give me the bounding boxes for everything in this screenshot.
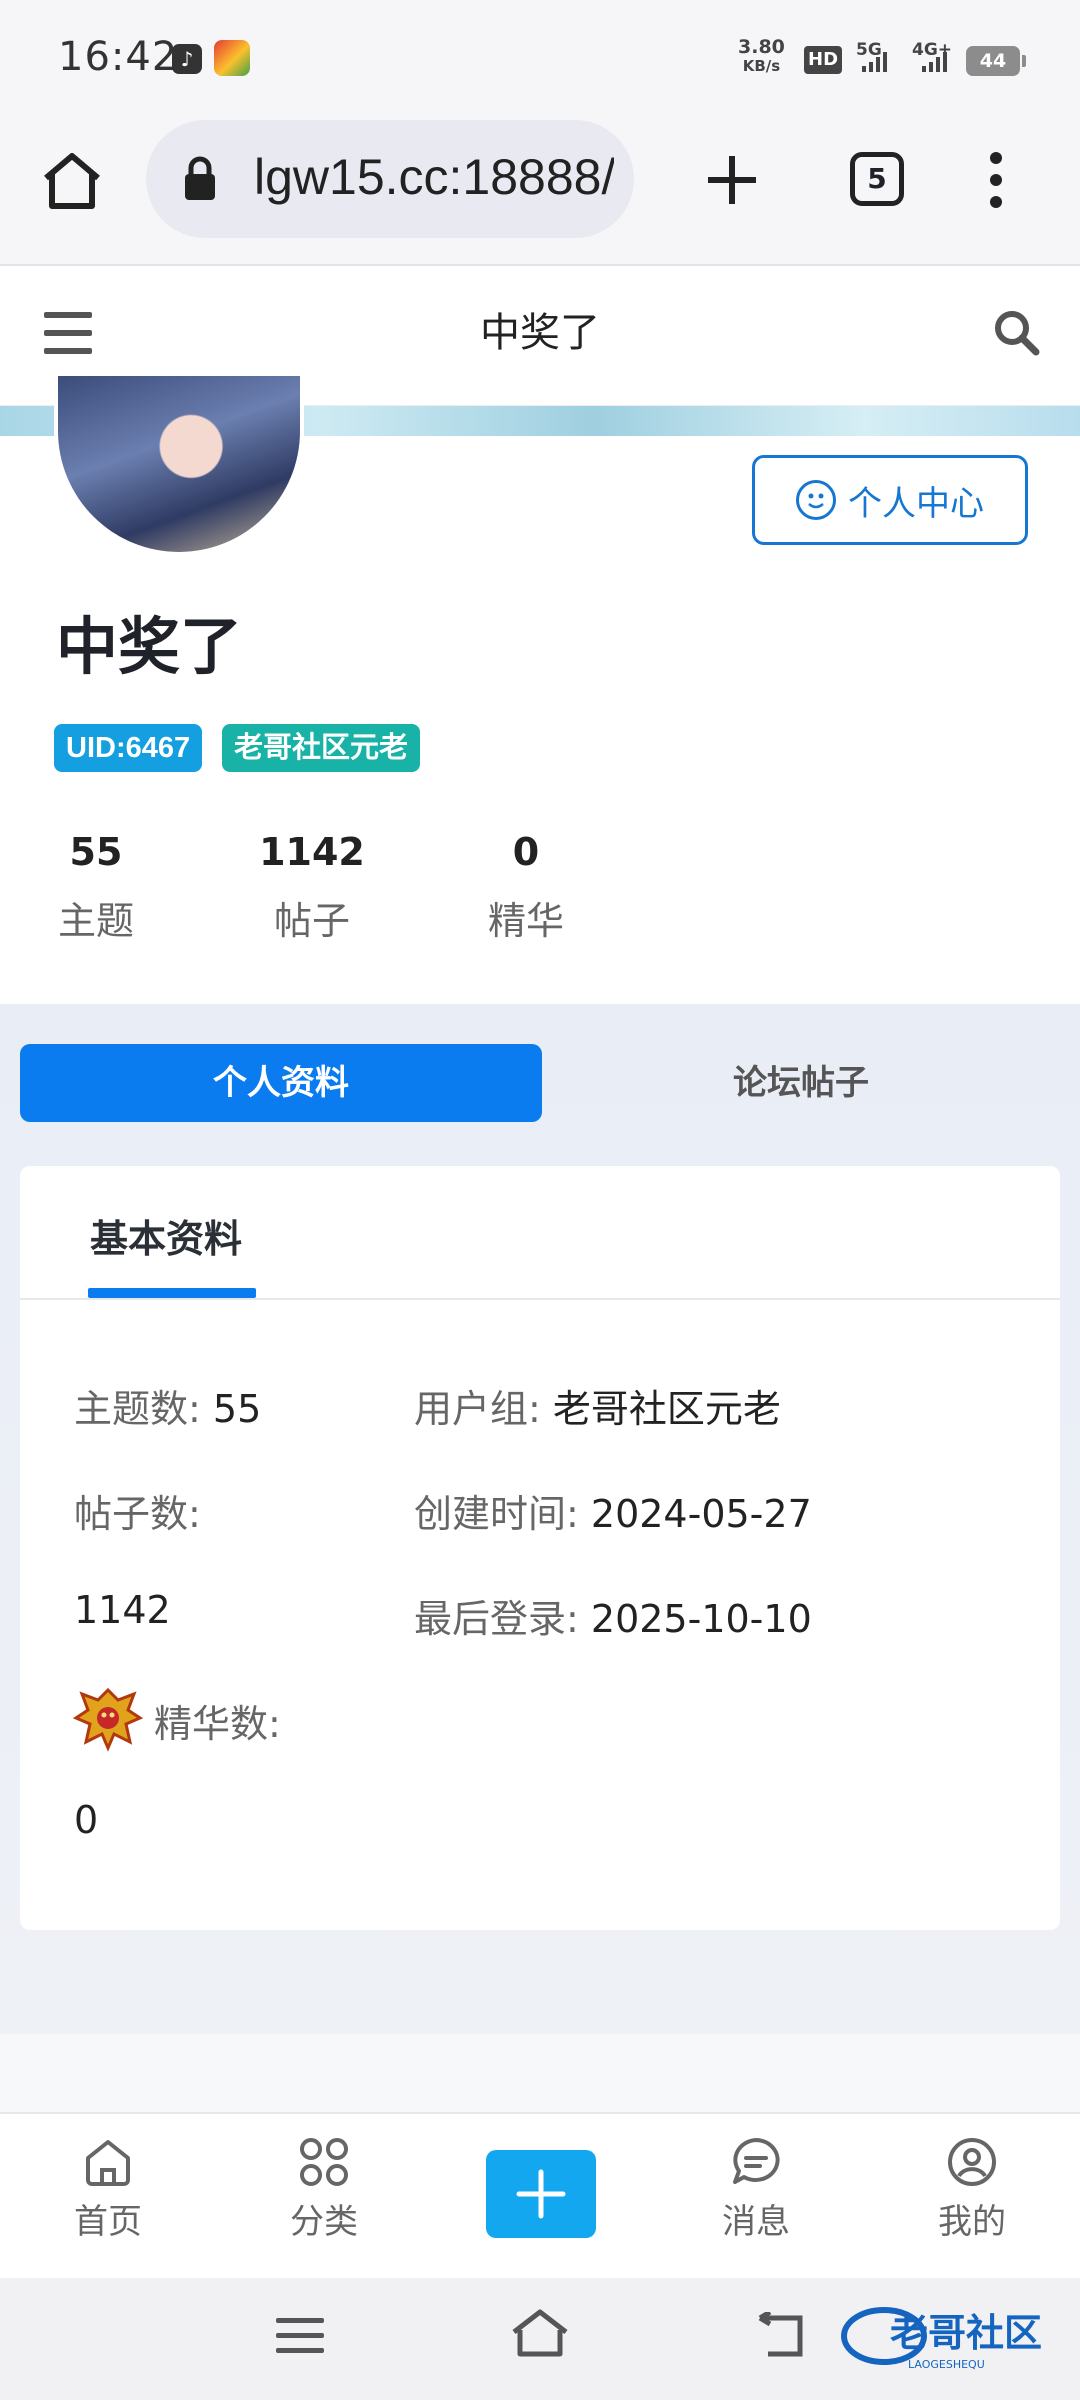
nav-mine[interactable]: 我的 xyxy=(892,2136,1052,2243)
home-icon[interactable] xyxy=(40,150,104,216)
nav-category[interactable]: 分类 xyxy=(244,2136,404,2243)
info-user-group: 用户组: 老哥社区元老 xyxy=(414,1387,781,1431)
avatar[interactable] xyxy=(54,376,304,556)
info-posts-value: 1142 xyxy=(74,1588,171,1632)
group-badge: 老哥社区元老 xyxy=(222,724,421,772)
info-posts-key: 帖子数: xyxy=(74,1492,201,1536)
dragon-medal-icon xyxy=(72,1687,144,1752)
nav-home[interactable]: 首页 xyxy=(28,2136,188,2243)
post-button[interactable] xyxy=(486,2150,596,2238)
home-icon xyxy=(86,2140,130,2186)
tab-count-button[interactable]: 5 xyxy=(850,152,904,206)
stat-posts-label[interactable]: 帖子 xyxy=(242,890,382,945)
battery-icon: 44 xyxy=(966,46,1026,76)
uid-badge: UID:6467 xyxy=(54,724,203,772)
stat-posts-value[interactable]: 1142 xyxy=(242,830,382,874)
divider xyxy=(20,1298,1060,1300)
stat-digest-value[interactable]: 0 xyxy=(456,830,596,874)
network-speed: 3.80 KB/s xyxy=(738,36,785,76)
signal-icon xyxy=(862,50,890,72)
info-last-login: 最后登录: 2025-10-10 xyxy=(414,1597,812,1641)
new-tab-icon[interactable] xyxy=(704,152,760,212)
personal-center-label: 个人中心 xyxy=(848,483,984,524)
laoge-community-logo: 老哥社区 LAOGESHEQU xyxy=(841,2307,1042,2371)
user-icon xyxy=(948,2138,996,2186)
tiktok-notification-icon: ♪ xyxy=(172,44,202,74)
more-menu-icon[interactable] xyxy=(984,150,1008,214)
footer-area xyxy=(0,2034,1080,2114)
info-digest-key: 精华数: xyxy=(154,1702,281,1746)
smiley-icon xyxy=(796,480,836,520)
url-text[interactable]: lgw15.cc:18888/ xyxy=(254,148,614,206)
message-icon xyxy=(733,2138,780,2184)
page-title: 中奖了 xyxy=(480,310,600,356)
tab-profile[interactable]: 个人资料 xyxy=(20,1044,542,1122)
stat-topics-value[interactable]: 55 xyxy=(26,830,166,874)
signal-icon xyxy=(922,50,950,72)
svg-text:LAOGESHEQU: LAOGESHEQU xyxy=(908,2358,985,2371)
hd-voice-icon: HD xyxy=(804,46,843,74)
status-time: 16:42 xyxy=(58,34,179,80)
info-created: 创建时间: 2024-05-27 xyxy=(414,1492,812,1536)
active-tab-indicator xyxy=(88,1288,256,1298)
grid-icon xyxy=(300,2138,348,2186)
info-topics: 主题数: 55 xyxy=(74,1387,262,1431)
basic-info-card xyxy=(20,1166,1060,1930)
system-home-icon[interactable] xyxy=(510,2308,570,2362)
stat-digest-label[interactable]: 精华 xyxy=(456,890,596,945)
back-icon[interactable] xyxy=(754,2309,804,2362)
app-notification-icon xyxy=(214,40,250,76)
personal-center-button[interactable]: 个人中心 xyxy=(752,455,1028,545)
recent-apps-icon[interactable] xyxy=(276,2316,324,2360)
plus-icon xyxy=(516,2169,566,2219)
info-digest-value: 0 xyxy=(74,1798,99,1842)
search-icon[interactable] xyxy=(992,308,1040,360)
lock-icon xyxy=(182,156,218,206)
tab-basic-info[interactable]: 基本资料 xyxy=(90,1208,242,1263)
username: 中奖了 xyxy=(56,610,243,683)
stat-topics-label[interactable]: 主题 xyxy=(26,890,166,945)
tab-forum-posts[interactable]: 论坛帖子 xyxy=(542,1044,1060,1122)
svg-text:老哥社区: 老哥社区 xyxy=(890,2311,1042,2355)
nav-messages[interactable]: 消息 xyxy=(676,2136,836,2243)
